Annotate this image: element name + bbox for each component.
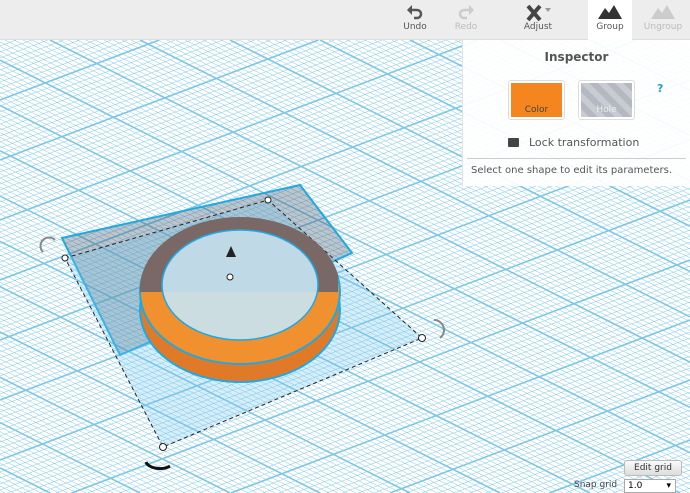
grid-line (0, 463, 60, 493)
grid-line (0, 40, 399, 191)
inspector-hint: Select one shape to edit its parameters. (467, 158, 686, 176)
grid-line (0, 431, 123, 493)
grid-line (0, 481, 24, 493)
undo-icon (387, 0, 443, 22)
corner-handle (418, 334, 426, 342)
ungroup-button[interactable]: Ungroup (636, 0, 690, 40)
color-button[interactable]: Color (508, 80, 565, 120)
undo-button[interactable]: Undo (387, 0, 443, 40)
inspector-panel: Inspector ? Color Hole Lock transformati… (462, 40, 690, 186)
grid-line (0, 40, 335, 167)
grid-line (0, 40, 112, 83)
corner-handle (61, 254, 69, 262)
grid-line (0, 476, 33, 493)
ring-shape (139, 217, 341, 383)
hole-button[interactable]: Hole (578, 80, 635, 120)
grid-line (0, 40, 208, 119)
snap-grid-label: Snap grid (574, 480, 618, 490)
corner-handle (159, 443, 167, 451)
lock-transformation-toggle[interactable]: Lock transformation (508, 136, 639, 149)
grid-line (0, 40, 462, 215)
grid-line (0, 458, 69, 493)
redo-button[interactable]: Redo (438, 0, 494, 40)
group-button[interactable]: Group (588, 0, 632, 40)
grid-line (0, 444, 96, 493)
redo-icon (438, 0, 494, 22)
ungroup-icon (636, 0, 690, 22)
inspector-title: Inspector (544, 50, 609, 64)
grid-line (0, 485, 15, 493)
edit-grid-button[interactable]: Edit grid (624, 460, 682, 476)
snap-grid-select[interactable]: 1.0 ▾ (624, 479, 676, 493)
group-icon (588, 0, 632, 22)
grid-line (0, 40, 415, 197)
toolbar: Undo Redo Adjust Group Ungroup (0, 0, 690, 40)
corner-handle (264, 196, 272, 204)
lock-icon (508, 138, 519, 147)
grid-line (0, 40, 255, 137)
grid-line (0, 40, 80, 71)
help-link[interactable]: ? (657, 82, 663, 95)
rotate-center-handle (226, 273, 234, 281)
adjust-icon (510, 0, 566, 22)
grid-line (0, 40, 271, 143)
chevron-down-icon: ▾ (666, 481, 671, 491)
adjust-button[interactable]: Adjust (510, 0, 566, 40)
